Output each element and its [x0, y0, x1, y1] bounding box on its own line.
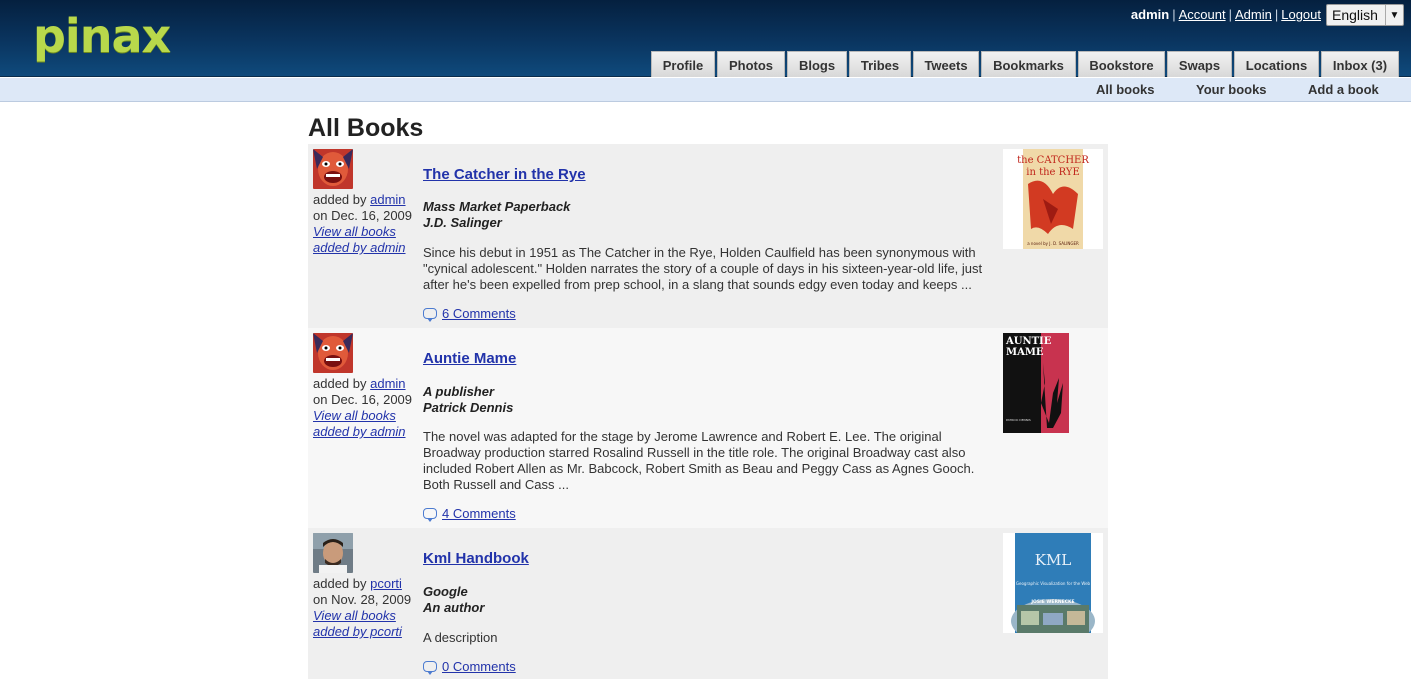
book-description: Since his debut in 1951 as The Catcher i… — [423, 245, 983, 292]
book-item: added by admin on Dec. 16, 2009 View all… — [308, 328, 1108, 528]
book-author: J.D. Salinger — [423, 215, 502, 230]
user-avatar[interactable] — [313, 533, 353, 573]
book-publisher-author: Google An author — [423, 584, 484, 616]
comments-link[interactable]: 0 Comments — [442, 659, 516, 674]
view-all-books-link[interactable]: View all books — [313, 608, 423, 624]
tab-profile[interactable]: Profile — [651, 51, 715, 77]
book-comments: 6 Comments — [423, 306, 516, 322]
added-by-user-link[interactable]: admin — [370, 192, 405, 207]
site-logo[interactable]: pinax — [33, 8, 171, 64]
added-by-user-books-link[interactable]: added by pcorti — [313, 624, 423, 640]
view-all-books-link[interactable]: View all books — [313, 408, 423, 424]
sub-navigation: All books Your books Add a book — [0, 78, 1411, 102]
book-meta: added by admin on Dec. 16, 2009 View all… — [313, 192, 423, 256]
book-publisher-author: Mass Market Paperback J.D. Salinger — [423, 199, 570, 231]
comments-link[interactable]: 6 Comments — [442, 306, 516, 321]
svg-text:in the RYE: in the RYE — [1026, 167, 1080, 178]
book-author: An author — [423, 600, 485, 615]
book-publisher: Google — [423, 584, 468, 599]
main-content: All Books added by admin on Dec. 16, 200… — [308, 112, 1108, 679]
admin-link[interactable]: Admin — [1235, 7, 1272, 22]
site-header: pinax admin | Account | Admin | Logout English… — [0, 0, 1411, 77]
subnav-add-book[interactable]: Add a book — [1308, 82, 1379, 97]
book-comments: 0 Comments — [423, 659, 516, 675]
comment-icon — [423, 661, 437, 675]
book-description: The novel was adapted for the stage by J… — [423, 429, 975, 492]
language-select[interactable]: English ▼ — [1326, 4, 1404, 26]
tab-bookstore[interactable]: Bookstore — [1078, 51, 1165, 77]
book-cover-image[interactable]: the CATCHER in the RYE a novel by J. D. … — [1003, 149, 1103, 249]
language-selected: English — [1332, 7, 1378, 23]
added-by-user-link[interactable]: admin — [370, 376, 405, 391]
view-all-books-link[interactable]: View all books — [313, 224, 423, 240]
subnav-all-books[interactable]: All books — [1096, 82, 1155, 97]
logout-link[interactable]: Logout — [1281, 7, 1321, 22]
user-bar: admin | Account | Admin | Logout — [1130, 7, 1321, 22]
book-item: added by pcorti on Nov. 28, 2009 View al… — [308, 528, 1108, 679]
main-tabs: Profile Photos Blogs Tribes Tweets Bookm… — [651, 51, 1399, 77]
book-author: Patrick Dennis — [423, 400, 514, 415]
tab-bookmarks[interactable]: Bookmarks — [981, 51, 1076, 77]
book-item: added by admin on Dec. 16, 2009 View all… — [308, 144, 1108, 328]
comment-icon — [423, 308, 437, 322]
current-username: admin — [1130, 7, 1170, 22]
book-cover-image[interactable]: KML Geographic Visualization for the Web… — [1003, 533, 1103, 633]
added-date: on Nov. 28, 2009 — [313, 592, 412, 607]
book-comments: 4 Comments — [423, 506, 516, 522]
added-by-admin-link[interactable]: added by admin — [313, 240, 423, 256]
chevron-down-icon: ▼ — [1385, 5, 1403, 25]
book-publisher: Mass Market Paperback — [423, 199, 571, 214]
tab-swaps[interactable]: Swaps — [1167, 51, 1232, 77]
svg-text:a novel by J. D. SALINGER: a novel by J. D. SALINGER — [1027, 241, 1079, 246]
svg-text:the CATCHER: the CATCHER — [1017, 155, 1089, 166]
added-by-user-link[interactable]: pcorti — [370, 576, 402, 591]
tab-tweets[interactable]: Tweets — [913, 51, 979, 77]
added-date: on Dec. 16, 2009 — [313, 208, 413, 223]
svg-text:JOSIE WERNECKE: JOSIE WERNECKE — [1030, 599, 1074, 605]
tab-photos[interactable]: Photos — [717, 51, 785, 77]
svg-text:AUNTIE: AUNTIE — [1005, 336, 1052, 347]
book-publisher-author: A publisher Patrick Dennis — [423, 384, 513, 416]
comment-icon — [423, 508, 437, 522]
comments-link[interactable]: 4 Comments — [442, 506, 516, 521]
added-by-admin-link[interactable]: added by admin — [313, 424, 423, 440]
added-date: on Dec. 16, 2009 — [313, 392, 413, 407]
tab-blogs[interactable]: Blogs — [787, 51, 847, 77]
book-publisher: A publisher — [423, 384, 495, 399]
book-title-link[interactable]: Auntie Mame — [423, 350, 516, 367]
book-title-link[interactable]: The Catcher in the Rye — [423, 166, 586, 183]
account-link[interactable]: Account — [1179, 7, 1226, 22]
svg-text:Geographic Visualization for t: Geographic Visualization for the Web — [1016, 581, 1091, 586]
book-cover-image[interactable]: AUNTIE MAME PATRICK DENNIS — [1003, 333, 1069, 433]
user-avatar[interactable] — [313, 149, 353, 189]
tab-tribes[interactable]: Tribes — [849, 51, 911, 77]
tab-locations[interactable]: Locations — [1234, 51, 1319, 77]
book-description: A description — [423, 630, 498, 645]
user-avatar[interactable] — [313, 333, 353, 373]
tab-inbox[interactable]: Inbox (3) — [1321, 51, 1399, 77]
book-title-link[interactable]: Kml Handbook — [423, 550, 529, 567]
book-meta: added by admin on Dec. 16, 2009 View all… — [313, 376, 423, 440]
svg-text:MAME: MAME — [1006, 347, 1044, 358]
book-meta: added by pcorti on Nov. 28, 2009 View al… — [313, 576, 423, 640]
svg-text:PATRICK DENNIS: PATRICK DENNIS — [1006, 418, 1031, 422]
page-title: All Books — [308, 114, 424, 142]
svg-text:KML: KML — [1035, 551, 1072, 569]
subnav-your-books[interactable]: Your books — [1196, 82, 1267, 97]
